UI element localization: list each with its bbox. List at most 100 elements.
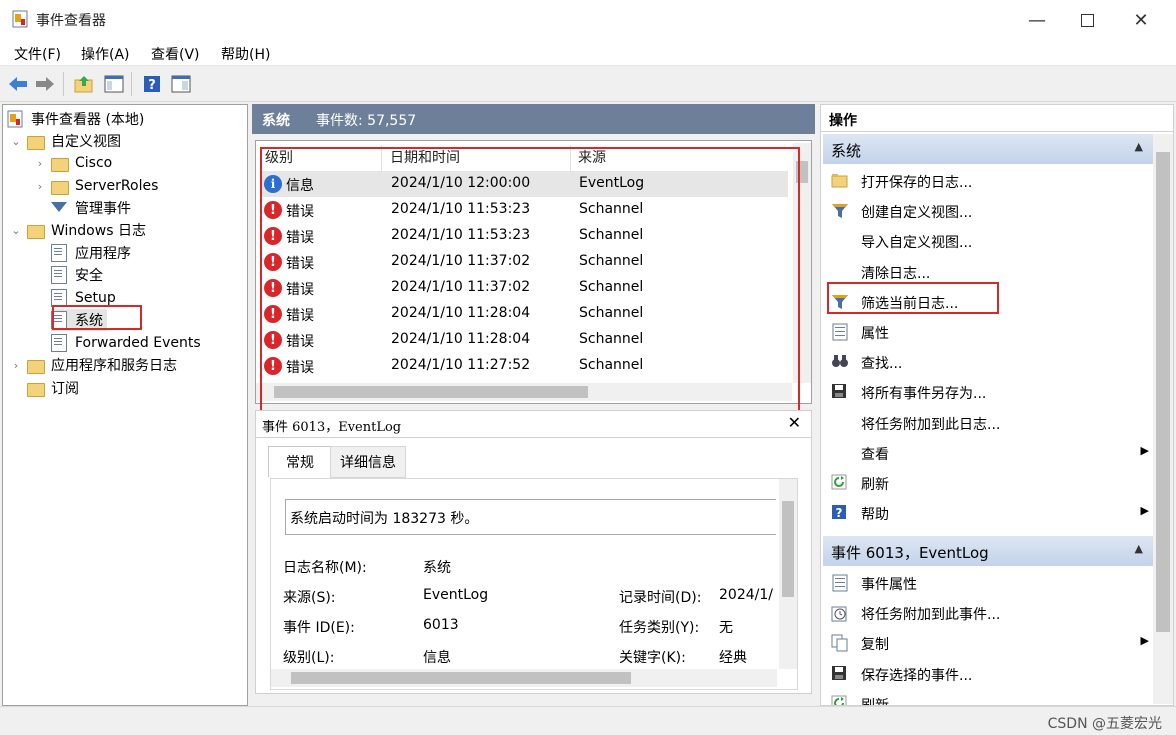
close-window-button[interactable]: ✕ [1116,0,1166,40]
column-header-datetime[interactable]: 日期和时间 [390,147,460,167]
events-vertical-scrollbar[interactable] [793,143,811,383]
tree-item-forwarded-events[interactable]: Forwarded Events [51,332,201,354]
action-item[interactable]: 将任务附加到此日志... [827,408,1151,438]
tree-item-subscriptions[interactable]: 订阅 [27,377,79,399]
toolbar-separator [131,72,132,96]
action-item[interactable]: 查找... [827,347,1151,377]
task-icon [831,604,849,622]
actions-section-event[interactable]: 事件 6013，EventLog ▲ [823,536,1153,566]
action-item[interactable]: 将所有事件另存为... [827,377,1151,407]
action-label: 查看 [861,446,889,463]
error-icon: ! [264,305,282,323]
action-item[interactable]: 筛选当前日志... [827,287,1151,317]
action-item[interactable]: 属性 [827,317,1151,347]
tree-label: 系统 [75,313,103,329]
actions-pane-header: 操作 [820,104,1174,132]
tab-general[interactable]: 常规 [268,446,332,477]
up-folder-button[interactable] [72,72,96,96]
tree-item-security[interactable]: 安全 [51,264,103,286]
column-header-source[interactable]: 来源 [578,147,606,167]
chevron-right-icon[interactable]: › [33,180,47,193]
event-detail-title: 事件 6013，EventLog [262,420,402,435]
action-item[interactable]: 保存选择的事件... [827,659,1151,689]
minimize-button[interactable]: — [1012,0,1062,40]
tree-item-root[interactable]: 事件查看器 (本地) [7,108,144,130]
scroll-thumb[interactable] [782,501,794,597]
chevron-down-icon[interactable]: ⌄ [9,135,23,148]
action-item[interactable]: 清除日志... [827,257,1151,287]
scroll-thumb[interactable] [796,161,808,183]
table-row[interactable]: ! 错误 2024/1/10 11:37:02 Schannel [260,249,788,275]
maximize-button[interactable] [1062,0,1112,40]
toolbar: ? [0,66,1176,102]
detail-vertical-scrollbar[interactable] [779,479,797,669]
scroll-thumb[interactable] [1156,152,1170,632]
event-viewer-app-icon [12,10,28,28]
tree-item-windows-logs[interactable]: ⌄ Windows 日志 [9,219,146,241]
actions-section-system[interactable]: 系统 ▲ [823,134,1153,164]
open-folder-icon [831,172,849,190]
action-item[interactable]: 将任务附加到此事件... [827,598,1151,628]
table-row[interactable]: ! 错误 2024/1/10 11:28:04 Schannel [260,327,788,353]
table-row[interactable]: ! 错误 2024/1/10 11:53:23 Schannel [260,197,788,223]
detail-horizontal-scrollbar[interactable] [271,669,777,687]
action-item[interactable]: 事件属性 [827,568,1151,598]
action-item[interactable]: 打开保存的日志... [827,166,1151,196]
action-label: 将任务附加到此事件... [861,607,1001,624]
error-icon: ! [264,357,282,375]
tree-item-application[interactable]: 应用程序 [51,242,131,264]
collapse-icon[interactable]: ▲ [1135,140,1143,153]
help-toolbar-button[interactable]: ? [140,72,164,96]
table-row[interactable]: ! 错误 2024/1/10 11:37:02 Schannel [260,275,788,301]
section-label: 事件 6013，EventLog [831,544,989,562]
table-row[interactable]: i 信息 2024/1/10 12:00:00 EventLog [260,171,788,197]
cell-source: Schannel [579,331,644,347]
menu-help[interactable]: 帮助(H) [221,44,270,64]
scroll-thumb[interactable] [291,672,631,684]
show-action-pane-button[interactable] [169,72,193,96]
collapse-icon[interactable]: ▲ [1135,542,1143,555]
action-item[interactable]: 刷新 [827,468,1151,498]
menu-view[interactable]: 查看(V) [151,44,200,64]
table-row[interactable]: ! 错误 2024/1/10 11:27:52 Schannel [260,353,788,379]
back-button[interactable] [6,72,30,96]
column-header-level[interactable]: 级别 [265,147,293,167]
show-hide-tree-button[interactable] [102,72,126,96]
table-row[interactable]: ! 错误 2024/1/10 11:28:04 Schannel [260,301,788,327]
tree-item-app-service-logs[interactable]: › 应用程序和服务日志 [9,354,177,376]
action-item[interactable]: ? 帮助 ▶ [827,498,1151,528]
menu-action[interactable]: 操作(A) [81,44,130,64]
cell-level: 错误 [286,256,314,272]
tree-item-setup[interactable]: Setup [51,287,116,309]
section-label: 系统 [831,142,862,160]
tree-item-system[interactable]: 系统 [51,309,107,331]
tree-item-admin-events[interactable]: 管理事件 [51,197,131,219]
events-list: 级别 日期和时间 来源 i 信息 2024/1/10 12:00:00 EventLo… [255,140,812,418]
close-icon[interactable]: ✕ [788,413,801,432]
chevron-down-icon[interactable]: ⌄ [9,224,23,237]
action-item[interactable]: 复制 ▶ [827,628,1151,658]
tree-item-serverroles[interactable]: › ServerRoles [33,175,158,197]
menu-file[interactable]: 文件(F) [14,44,61,64]
action-item[interactable]: 查看 ▶ [827,438,1151,468]
action-item[interactable]: 创建自定义视图... [827,196,1151,226]
events-horizontal-scrollbar[interactable] [256,383,792,401]
action-item[interactable]: 刷新 [827,689,1151,705]
scroll-thumb[interactable] [274,386,588,398]
action-item[interactable]: 导入自定义视图... [827,226,1151,256]
actions-scrollbar[interactable] [1153,134,1173,704]
chevron-right-icon[interactable]: › [9,359,23,372]
event-viewer-icon [7,110,25,128]
tree-item-cisco[interactable]: › Cisco [33,152,112,174]
cell-datetime: 2024/1/10 11:37:02 [391,253,531,269]
chevron-right-icon[interactable]: › [33,157,47,170]
tree-item-custom-views[interactable]: ⌄ 自定义视图 [9,130,121,152]
field-label: 关键字(K): [619,650,686,666]
message-box: 系统启动时间为 183273 秒。 [285,499,776,535]
cell-datetime: 2024/1/10 11:37:02 [391,279,531,295]
tab-details[interactable]: 详细信息 [330,446,406,478]
tree-label: 自定义视图 [51,134,121,150]
forward-button[interactable] [33,72,57,96]
event-detail-header: 事件 6013，EventLog ✕ [255,410,812,438]
table-row[interactable]: ! 错误 2024/1/10 11:53:23 Schannel [260,223,788,249]
